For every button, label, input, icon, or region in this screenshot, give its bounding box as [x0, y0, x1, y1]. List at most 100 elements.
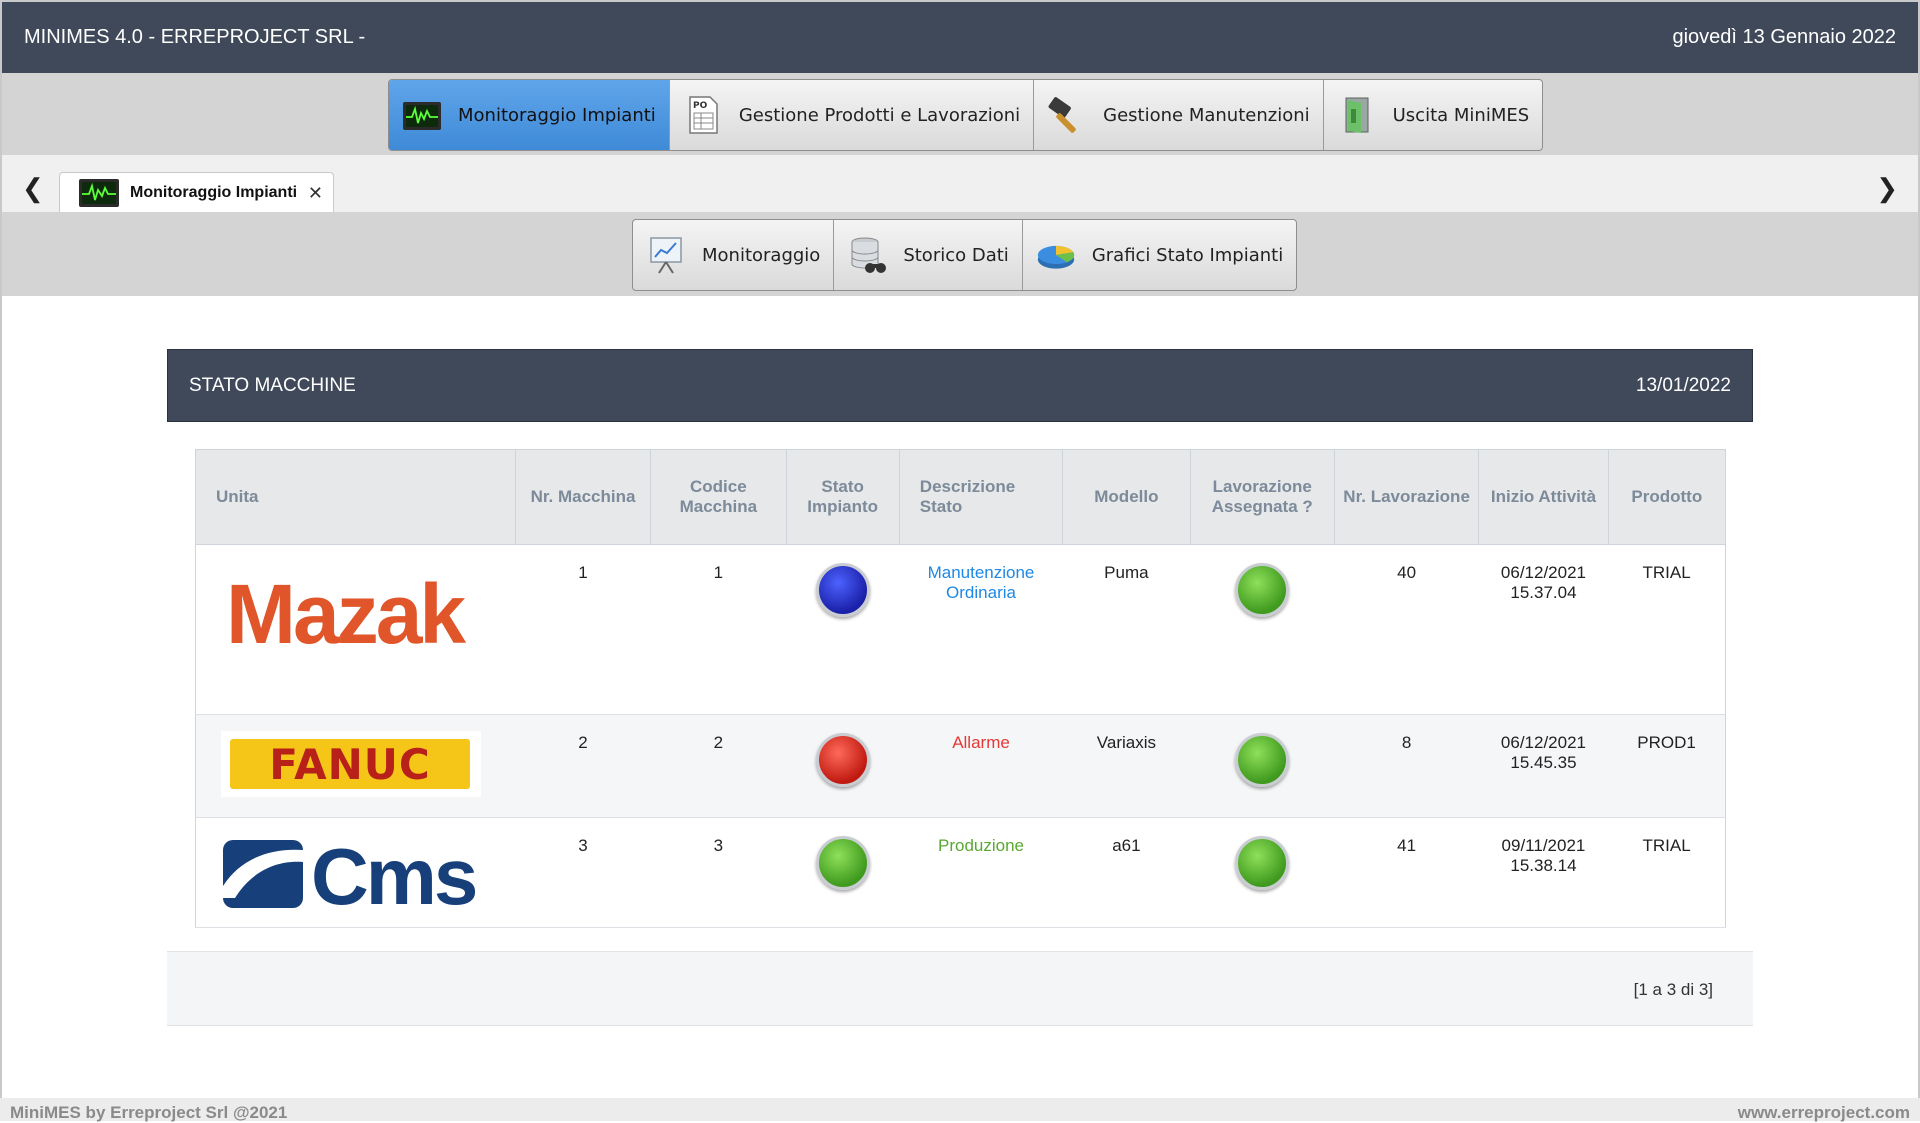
- modello-cell: Puma: [1062, 544, 1191, 715]
- chevron-left-icon[interactable]: ❮: [22, 173, 44, 204]
- main-menu-bar: Monitoraggio Impianti PO Gestione Prodot…: [0, 73, 1920, 155]
- footer-website-link[interactable]: www.erreproject.com: [1738, 1103, 1910, 1123]
- page-footer: MiniMES by Erreproject Srl @2021 www.err…: [0, 1098, 1920, 1123]
- codice-macchina-cell: 2: [650, 714, 787, 818]
- descrizione-stato-cell: Allarme: [899, 714, 1063, 818]
- status-indicator-green: [1235, 563, 1290, 617]
- col-header-stato-impianto[interactable]: Stato Impianto: [785, 449, 900, 545]
- inizio-ora: 15.37.04: [1510, 583, 1577, 602]
- descrizione-stato-cell: Produzione: [899, 817, 1063, 928]
- status-indicator-red: [815, 733, 870, 787]
- col-header-nr-lavorazione[interactable]: Nr. Lavorazione: [1333, 449, 1480, 545]
- menu-gestione-manutenzioni-button[interactable]: Gestione Manutenzioni: [1034, 80, 1324, 150]
- inizio-attivita-cell: 06/12/2021 15.45.35: [1478, 714, 1609, 818]
- inizio-data: 06/12/2021: [1500, 563, 1586, 582]
- nr-lavorazione-cell: 8: [1334, 714, 1479, 818]
- menu-gestione-prodotti-button[interactable]: PO Gestione Prodotti e Lavorazioni: [670, 80, 1035, 150]
- hammer-icon: [1048, 97, 1076, 133]
- inizio-data: 06/12/2021: [1500, 733, 1586, 752]
- nr-lavorazione-cell: 41: [1334, 817, 1479, 928]
- app-title: MINIMES 4.0 - ERREPROJECT SRL -: [24, 26, 366, 48]
- panel-title: STATO MACCHINE: [189, 375, 356, 396]
- tab-strip: ❮ Monitoraggio Impianti ✕ ❯: [0, 155, 1920, 213]
- menu-label: Monitoraggio Impianti: [458, 104, 656, 126]
- inizio-data: 09/11/2021: [1501, 836, 1586, 855]
- nr-macchina-cell: 1: [515, 544, 651, 715]
- main-menu: Monitoraggio Impianti PO Gestione Prodot…: [388, 79, 1544, 151]
- status-indicator-green: [815, 836, 870, 890]
- menu-monitoraggio-impianti-button[interactable]: Monitoraggio Impianti: [389, 80, 670, 150]
- modello-cell: Variaxis: [1062, 714, 1191, 818]
- footer-credit: MiniMES by Erreproject Srl @2021: [10, 1103, 288, 1122]
- database-binoculars-icon: [851, 237, 887, 273]
- monitor-icon: [79, 179, 119, 207]
- panel-date: 13/01/2022: [1635, 375, 1731, 396]
- prodotto-cell: TRIAL: [1608, 544, 1726, 715]
- unit-logo-cell: Cms: [195, 817, 516, 928]
- pager-info: [1 a 3 di 3]: [1633, 980, 1713, 999]
- nr-macchina-cell: 3: [515, 817, 651, 928]
- sub-menu: Monitoraggio Storico Dati Grafici Stato …: [632, 219, 1298, 291]
- stato-impianto-cell: [786, 714, 900, 818]
- lavorazione-assegnata-cell: [1190, 817, 1335, 928]
- svg-text:Mazak: Mazak: [226, 567, 466, 661]
- presentation-chart-icon: [650, 237, 682, 274]
- header-date: giovedì 13 Gennaio 2022: [1672, 26, 1896, 48]
- svg-text:FANUC: FANUC: [269, 740, 430, 789]
- po-document-icon: PO: [689, 96, 718, 134]
- stato-impianto-cell: [786, 817, 900, 928]
- mazak-logo: Mazak: [226, 567, 469, 661]
- inizio-attivita-cell: 06/12/2021 15.37.04: [1478, 544, 1609, 715]
- tab-label: Monitoraggio Impianti: [130, 184, 298, 201]
- descrizione-stato-cell: Manutenzione Ordinaria: [899, 544, 1063, 715]
- exit-door-icon: [1345, 97, 1369, 133]
- menu-uscita-minimes-button[interactable]: Uscita MiniMES: [1324, 80, 1543, 150]
- modello-cell: a61: [1062, 817, 1191, 928]
- stato-impianto-cell: [786, 544, 900, 715]
- nr-lavorazione-cell: 40: [1334, 544, 1479, 715]
- col-header-modello[interactable]: Modello: [1062, 449, 1191, 545]
- col-header-codice-macchina[interactable]: Codice Macchina: [650, 449, 787, 545]
- submenu-grafici-stato-impianti-button[interactable]: Grafici Stato Impianti: [1023, 220, 1296, 290]
- chevron-right-icon[interactable]: ❯: [1876, 173, 1898, 204]
- pie-chart-icon: [1037, 245, 1074, 269]
- col-header-nr-macchina[interactable]: Nr. Macchina: [514, 449, 652, 545]
- inizio-ora: 15.38.14: [1510, 856, 1577, 875]
- unit-logo-cell: FANUC: [195, 714, 516, 818]
- inizio-attivita-cell: 09/11/2021 15.38.14: [1478, 817, 1609, 928]
- machines-table: Unita Nr. Macchina Codice Macchina Stato…: [195, 449, 1727, 928]
- col-header-lavorazione-assegnata[interactable]: Lavorazione Assegnata ?: [1189, 449, 1335, 545]
- nr-macchina-cell: 2: [515, 714, 651, 818]
- prodotto-cell: TRIAL: [1608, 817, 1726, 928]
- submenu-label: Storico Dati: [903, 244, 1009, 266]
- lavorazione-assegnata-cell: [1190, 544, 1335, 715]
- col-header-inizio-attivita[interactable]: Inizio Attività: [1478, 449, 1609, 545]
- panel-header: STATO MACCHINE 13/01/2022: [167, 349, 1753, 422]
- col-header-prodotto[interactable]: Prodotto: [1607, 449, 1727, 545]
- menu-label: Gestione Manutenzioni: [1103, 104, 1310, 126]
- close-icon[interactable]: ✕: [308, 183, 323, 204]
- status-indicator-blue: [815, 563, 870, 617]
- submenu-label: Monitoraggio: [702, 244, 821, 266]
- col-header-unita[interactable]: Unita: [195, 449, 516, 545]
- table-row[interactable]: Mazak 1 1 Manutenzione Ordinaria Puma 40…: [195, 544, 1726, 715]
- status-indicator-green: [1235, 733, 1290, 787]
- svg-text:Cms: Cms: [311, 838, 476, 910]
- monitor-icon: [403, 102, 441, 130]
- codice-macchina-cell: 1: [650, 544, 787, 715]
- cms-logo: Cms: [223, 832, 479, 921]
- fanuc-logo: FANUC: [221, 731, 481, 797]
- submenu-label: Grafici Stato Impianti: [1091, 244, 1284, 266]
- menu-label: Gestione Prodotti e Lavorazioni: [738, 104, 1021, 126]
- submenu-storico-dati-button[interactable]: Storico Dati: [834, 220, 1023, 290]
- codice-macchina-cell: 3: [650, 817, 787, 928]
- col-header-descrizione-stato[interactable]: Descrizione Stato: [898, 449, 1064, 545]
- tab-monitoraggio-impianti[interactable]: Monitoraggio Impianti ✕: [59, 172, 334, 213]
- table-row[interactable]: FANUC 2 2 Allarme Variaxis 8 06/12/2021 1…: [195, 714, 1726, 818]
- table-row[interactable]: Cms 3 3 Produzione a61 41 09/11/2021 15.3…: [195, 817, 1726, 928]
- svg-text:PO: PO: [693, 101, 708, 111]
- pager-bar: [1 a 3 di 3]: [167, 951, 1753, 1026]
- menu-label: Uscita MiniMES: [1392, 104, 1530, 126]
- submenu-monitoraggio-button[interactable]: Monitoraggio: [633, 220, 835, 290]
- title-bar: MINIMES 4.0 - ERREPROJECT SRL - giovedì …: [0, 0, 1920, 73]
